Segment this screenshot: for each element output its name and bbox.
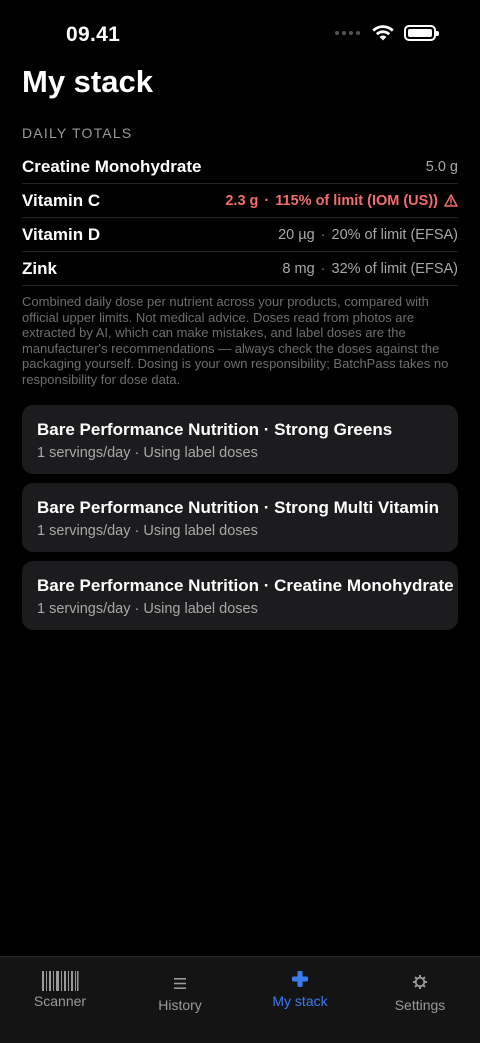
gear-icon	[413, 975, 427, 989]
total-row-creatine: Creatine Monohydrate 5.0 g	[22, 150, 458, 184]
tab-label: My stack	[272, 993, 328, 1009]
tab-settings[interactable]: Settings	[360, 957, 480, 1043]
total-row-zink: Zink 8 mg · 32% of limit (EFSA)	[22, 252, 458, 286]
nutrient-limit: 32% of limit (EFSA)	[331, 260, 459, 277]
product-card[interactable]: Bare Performance Nutrition · Creatine Mo…	[22, 561, 458, 630]
tab-bar: Scanner History My stack Settings	[0, 956, 480, 1043]
page-title: My stack	[22, 64, 153, 99]
product-card[interactable]: Bare Performance Nutrition · Strong Mult…	[22, 483, 458, 552]
nutrient-value: 5.0 g	[426, 159, 458, 175]
nutrient-name: Vitamin D	[22, 224, 101, 244]
total-row-vitamin-c: Vitamin C 2.3 g · 115% of limit (IOM (US…	[22, 184, 458, 218]
nutrient-amount: 5.0 g	[425, 158, 458, 175]
barcode-icon	[42, 971, 79, 991]
separator: ·	[264, 192, 270, 209]
status-icons	[335, 25, 439, 41]
nutrient-amount: 8 mg	[282, 260, 315, 277]
plus-icon	[292, 971, 308, 987]
product-list: Bare Performance Nutrition · Strong Gree…	[22, 405, 458, 639]
tab-scanner[interactable]: Scanner	[0, 957, 120, 1043]
status-time: 09.41	[66, 23, 121, 46]
tab-my-stack[interactable]: My stack	[240, 957, 360, 1043]
product-title: Bare Performance Nutrition · Strong Mult…	[37, 498, 440, 517]
nutrient-value: 8 mg · 32% of limit (EFSA)	[282, 261, 458, 277]
nutrient-limit: 115% of limit (IOM (US))	[275, 192, 438, 209]
separator: ·	[320, 260, 326, 277]
product-title: Bare Performance Nutrition · Creatine Mo…	[37, 576, 454, 595]
wifi-icon	[372, 25, 394, 41]
product-subtitle: 1 servings/day · Using label doses	[37, 601, 258, 617]
nutrient-name: Vitamin C	[22, 190, 101, 210]
product-title: Bare Performance Nutrition · Strong Gree…	[37, 420, 393, 439]
signal-icon	[335, 31, 360, 35]
product-subtitle: 1 servings/day · Using label doses	[37, 523, 258, 539]
status-bar: 09.41	[0, 0, 480, 60]
tab-label: Scanner	[33, 993, 87, 1009]
warning-icon	[444, 194, 458, 207]
nutrient-limit: 20% of limit (EFSA)	[331, 226, 459, 243]
daily-totals-list: Creatine Monohydrate 5.0 g Vitamin C 2.3…	[22, 150, 458, 286]
daily-totals-heading: DAILY TOTALS	[22, 125, 133, 141]
battery-icon	[404, 25, 439, 41]
separator: ·	[320, 226, 326, 243]
product-subtitle: 1 servings/day · Using label doses	[37, 445, 258, 461]
product-card[interactable]: Bare Performance Nutrition · Strong Gree…	[22, 405, 458, 474]
tab-history[interactable]: History	[120, 957, 240, 1043]
tab-label: History	[158, 997, 202, 1013]
nutrient-name: Creatine Monohydrate	[22, 156, 202, 176]
nutrient-amount: 2.3 g	[225, 192, 259, 209]
list-icon	[174, 978, 186, 989]
nutrient-value-over-limit: 2.3 g · 115% of limit (IOM (US))	[225, 193, 458, 209]
nutrient-amount: 20 µg	[278, 226, 315, 243]
tab-label: Settings	[394, 997, 446, 1013]
nutrient-name: Zink	[22, 258, 57, 278]
total-row-vitamin-d: Vitamin D 20 µg · 20% of limit (EFSA)	[22, 218, 458, 252]
disclaimer-text: Combined daily dose per nutrient across …	[22, 294, 449, 387]
nutrient-value: 20 µg · 20% of limit (EFSA)	[278, 227, 458, 243]
